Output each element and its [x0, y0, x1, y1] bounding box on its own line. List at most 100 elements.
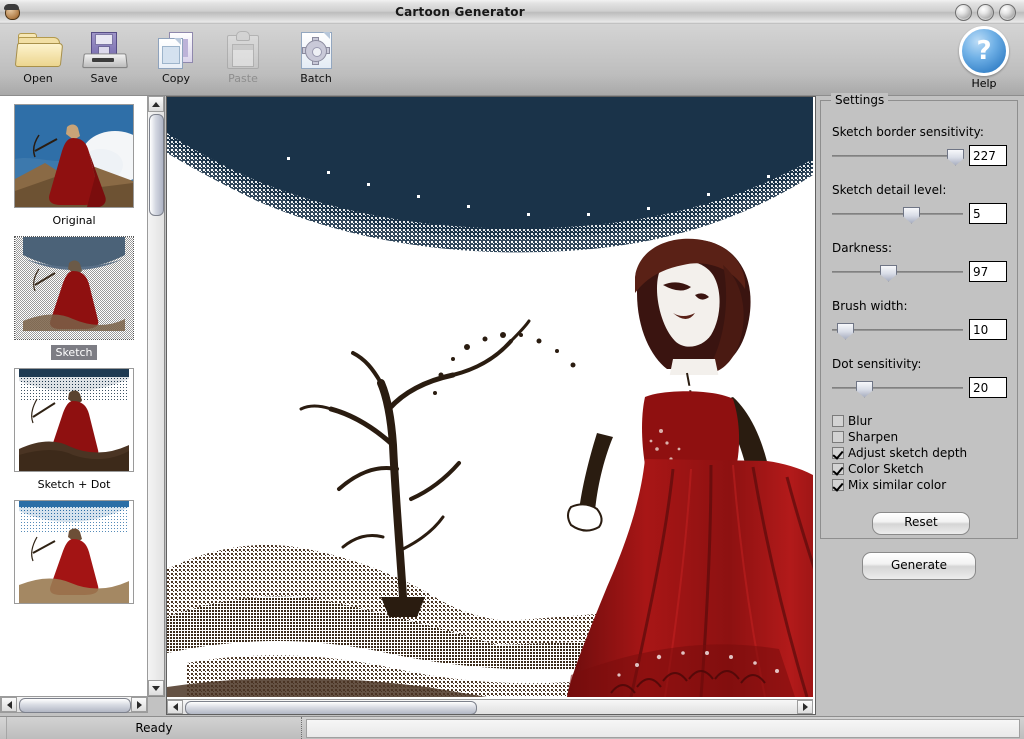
darkness-slider[interactable]	[832, 264, 963, 282]
image-canvas-panel[interactable]	[166, 96, 816, 715]
setting-brush-width: Brush width: 10	[832, 299, 1008, 340]
scroll-down-button[interactable]	[148, 680, 164, 696]
status-left-segment	[0, 717, 7, 739]
toolbar: Open Save Copy Paste Batch ? Help	[0, 24, 1024, 96]
paste-button[interactable]: Paste	[209, 28, 277, 92]
slider-thumb[interactable]	[880, 264, 897, 282]
setting-sketch-border-sensitivity: Sketch border sensitivity: 227	[832, 125, 1008, 166]
minimize-button[interactable]	[955, 3, 972, 21]
copy-button[interactable]: Copy	[142, 28, 210, 92]
thumbnail-label-sketch: Sketch	[51, 345, 97, 360]
canvas-horizontal-scrollbar[interactable]	[167, 699, 813, 714]
settings-checkbox-group: Blur Sharpen Adjust sketch depth Color S…	[832, 414, 1008, 494]
batch-button[interactable]: Batch	[282, 28, 350, 92]
adjust-sketch-depth-label: Adjust sketch depth	[848, 446, 968, 460]
thumbnail-item-original[interactable]: Original	[0, 96, 148, 228]
darkness-label: Darkness:	[832, 241, 893, 255]
chevron-right-icon	[136, 700, 142, 709]
application-window: Cartoon Generator Open Save Copy Paste B…	[0, 0, 1024, 739]
scroll-left-button[interactable]	[1, 697, 17, 712]
floppy-save-icon	[80, 28, 128, 72]
help-label: Help	[971, 77, 997, 90]
brush-width-slider[interactable]	[832, 322, 963, 340]
thumbnail-list: Original Sketch Sketch + Dot	[0, 96, 148, 611]
save-label: Save	[90, 72, 118, 85]
reset-button[interactable]: Reset	[872, 512, 970, 535]
horizontal-scroll-thumb[interactable]	[19, 698, 131, 713]
thumbnail-horizontal-scrollbar[interactable]	[0, 696, 148, 713]
thumbnail-item-sketch-dot[interactable]: Sketch + Dot	[0, 360, 148, 492]
thumbnail-image-sketch	[14, 236, 134, 340]
blur-label: Blur	[848, 414, 873, 428]
processed-image	[167, 97, 813, 697]
sketch-detail-level-slider[interactable]	[832, 206, 963, 224]
color-sketch-checkbox[interactable]	[832, 463, 844, 475]
setting-sketch-detail-level: Sketch detail level: 5	[832, 183, 1008, 224]
setting-darkness: Darkness: 97	[832, 241, 1008, 282]
status-progress-panel	[306, 718, 1020, 738]
thumbnail-panel: Original Sketch Sketch + Dot	[0, 96, 165, 697]
open-label: Open	[23, 72, 53, 85]
checkbox-row-color-sketch[interactable]: Color Sketch	[832, 462, 1008, 476]
scroll-right-button[interactable]	[131, 697, 147, 712]
checkbox-row-blur[interactable]: Blur	[832, 414, 1008, 428]
darkness-value[interactable]: 97	[969, 261, 1007, 282]
save-button[interactable]: Save	[70, 28, 138, 92]
mix-similar-color-checkbox[interactable]	[832, 479, 844, 491]
checkbox-row-adjust-sketch-depth[interactable]: Adjust sketch depth	[832, 446, 1008, 460]
sharpen-checkbox[interactable]	[832, 431, 844, 443]
thumbnail-item-4[interactable]	[0, 492, 148, 611]
canvas-scroll-thumb[interactable]	[185, 701, 477, 714]
checkbox-row-mix-similar-color[interactable]: Mix similar color	[832, 478, 1008, 492]
canvas-scroll-right-button[interactable]	[797, 700, 813, 714]
generate-button[interactable]: Generate	[862, 552, 976, 580]
sketch-detail-level-value[interactable]: 5	[969, 203, 1007, 224]
chevron-left-icon	[6, 700, 12, 709]
app-face-icon	[3, 3, 21, 21]
clipboard-paste-icon	[219, 28, 267, 72]
vertical-scroll-thumb[interactable]	[149, 114, 164, 216]
setting-dot-sensitivity: Dot sensitivity: 20	[832, 357, 1008, 398]
color-sketch-label: Color Sketch	[848, 462, 924, 476]
thumbnail-image-4	[14, 500, 134, 604]
document-gear-icon	[292, 28, 340, 72]
status-bar: Ready	[0, 716, 1024, 739]
slider-thumb[interactable]	[856, 380, 873, 398]
thumbnail-label-original: Original	[52, 214, 96, 227]
chevron-up-icon	[152, 101, 160, 107]
sketch-border-sensitivity-slider[interactable]	[832, 148, 964, 166]
thumbnail-image-original	[14, 104, 134, 208]
settings-legend: Settings	[831, 93, 889, 107]
help-button[interactable]: ? Help	[948, 26, 1020, 92]
question-circle-icon: ?	[959, 26, 1009, 76]
window-controls	[955, 3, 1016, 21]
brush-width-label: Brush width:	[832, 299, 908, 313]
checkbox-row-sharpen[interactable]: Sharpen	[832, 430, 1008, 444]
adjust-sketch-depth-checkbox[interactable]	[832, 447, 844, 459]
sketch-border-sensitivity-label: Sketch border sensitivity:	[832, 125, 984, 139]
dot-sensitivity-label: Dot sensitivity:	[832, 357, 922, 371]
slider-thumb[interactable]	[947, 148, 964, 166]
slider-thumb[interactable]	[903, 206, 920, 224]
dot-sensitivity-value[interactable]: 20	[969, 377, 1007, 398]
canvas-scroll-left-button[interactable]	[167, 700, 183, 714]
thumbnail-label-4	[70, 609, 78, 611]
close-button[interactable]	[999, 3, 1016, 21]
blur-checkbox[interactable]	[832, 415, 844, 427]
thumbnail-vertical-scrollbar[interactable]	[147, 96, 164, 696]
sketch-border-sensitivity-value[interactable]: 227	[969, 145, 1007, 166]
chevron-left-icon	[172, 703, 178, 711]
thumbnail-item-sketch[interactable]: Sketch	[0, 228, 148, 360]
title-bar: Cartoon Generator	[0, 0, 1024, 25]
batch-label: Batch	[300, 72, 332, 85]
open-button[interactable]: Open	[4, 28, 72, 92]
brush-width-value[interactable]: 10	[969, 319, 1007, 340]
dot-sensitivity-slider[interactable]	[832, 380, 963, 398]
folder-open-icon	[14, 28, 64, 72]
chevron-right-icon	[802, 703, 808, 711]
maximize-button[interactable]	[977, 3, 994, 21]
status-ready-text: Ready	[7, 717, 302, 739]
slider-thumb[interactable]	[837, 322, 854, 340]
copy-label: Copy	[162, 72, 190, 85]
scroll-up-button[interactable]	[148, 96, 164, 112]
